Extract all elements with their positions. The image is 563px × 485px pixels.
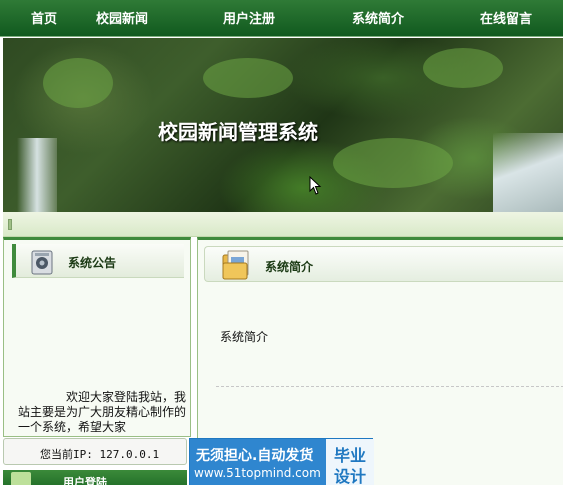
waterfall-left [17,138,57,212]
waterfall-right [493,133,563,212]
nav-item-system-intro[interactable]: 系统简介 [352,8,404,27]
nav-item-guestbook[interactable]: 在线留言 [480,8,532,27]
banner-foliage [203,58,293,98]
login-panel-header: 用户登陆 [3,470,187,485]
watermark-left: 无须担心.自动发货 www.51topmind.com [190,439,326,485]
banner-image: 校园新闻管理系统 [3,38,563,212]
banner-foliage [333,138,453,188]
banner-foliage [43,58,113,108]
top-nav: 首页 校园新闻 用户注册 系统简介 在线留言 [0,0,563,37]
nav-item-home[interactable]: 首页 [31,8,57,27]
watermark-badge: 无须担心.自动发货 www.51topmind.com 毕业 设计 [189,438,374,485]
speaker-icon [31,250,53,275]
watermark-label-2: 设计 [334,467,367,485]
section-body-text: 系统简介 [220,330,269,344]
notice-text: 欢迎大家登陆我站，我站主要是为广大朋友精心制作的一个系统，希望大家 [18,390,187,434]
banner-title: 校园新闻管理系统 [158,120,318,144]
page: 首页 校园新闻 用户注册 系统简介 在线留言 校园新闻管理系统 系统公告 欢迎大… [0,0,563,485]
ip-info-box: 您当前IP: 127.0.0.1 [3,438,187,465]
notice-panel: 系统公告 欢迎大家登陆我站，我站主要是为广大朋友精心制作的一个系统，希望大家 [3,237,191,437]
notice-header: 系统公告 [12,244,184,278]
notice-scroll-text: 欢迎大家登陆我站，我站主要是为广大朋友精心制作的一个系统，希望大家 [18,390,188,436]
mouse-cursor-icon [309,176,322,195]
login-title: 用户登陆 [63,476,107,485]
watermark-slogan: 无须担心.自动发货 [196,448,314,464]
dashed-divider [216,386,563,387]
nav-item-campus-news[interactable]: 校园新闻 [96,8,148,27]
banner-foliage [423,48,503,88]
divider-strip [3,212,563,237]
folder-icon [222,250,249,280]
section-title: 系统简介 [265,260,314,274]
notice-title: 系统公告 [68,256,117,270]
user-icon [11,472,31,485]
nav-item-user-register[interactable]: 用户注册 [223,8,275,27]
strip-grip-handle[interactable] [8,219,12,230]
section-header: 系统简介 [204,246,563,282]
watermark-right: 毕业 设计 [326,439,374,485]
watermark-url: www.51topmind.com [194,466,321,480]
ip-text: 您当前IP: 127.0.0.1 [40,448,160,461]
